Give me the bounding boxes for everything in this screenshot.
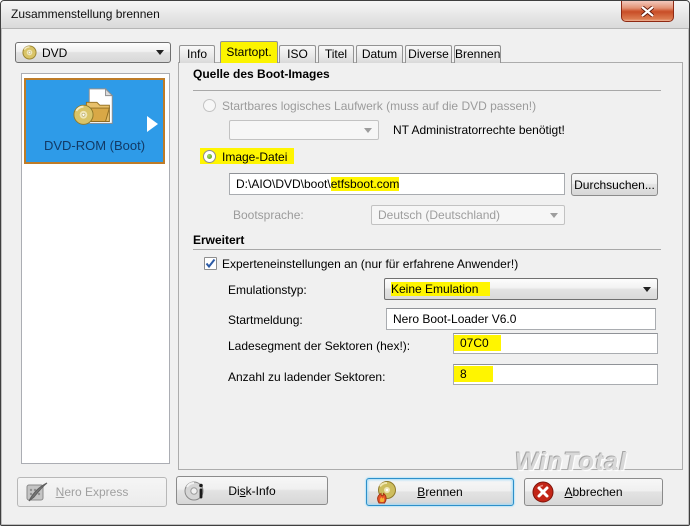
load-segment-value: 07C0: [454, 335, 501, 351]
close-icon: [641, 5, 654, 17]
chevron-down-icon: [550, 212, 558, 218]
group-title-boot-source: Quelle des Boot-Images: [193, 67, 330, 81]
disk-info-label: Disk-Info: [228, 483, 276, 498]
brennen-label: Brennen: [417, 485, 463, 499]
chevron-down-icon: [156, 50, 164, 55]
divider: [193, 90, 661, 91]
compilation-list[interactable]: DVD-ROM (Boot): [21, 73, 170, 464]
admin-note: NT Administratorrechte benötigt!: [393, 123, 565, 137]
image-path-prefix: D:\AIO\DVD\boot\: [236, 177, 331, 191]
group-title-advanced: Erweitert: [193, 233, 245, 247]
tab-diverse[interactable]: Diverse: [405, 45, 452, 63]
expert-settings-checkbox[interactable]: [204, 257, 217, 270]
nero-express-button[interactable]: Nero Express: [17, 477, 167, 507]
media-type-value: DVD: [42, 45, 68, 60]
bootlang-select[interactable]: Deutsch (Deutschland): [371, 205, 565, 225]
close-button[interactable]: [621, 1, 674, 22]
radio-image-file-label: Image-Datei: [222, 150, 288, 164]
watermark: WinTotal: [515, 448, 628, 476]
boot-message-value: Nero Boot-Loader V6.0: [393, 312, 517, 326]
arrow-right-icon: [147, 116, 158, 132]
abbrechen-button[interactable]: Abbrechen: [524, 478, 663, 506]
sector-count-label: Anzahl zu ladender Sektoren:: [228, 370, 386, 384]
chevron-down-icon: [364, 127, 372, 133]
nero-express-label: Nero Express: [55, 485, 129, 499]
browse-button[interactable]: Durchsuchen...: [571, 173, 658, 196]
list-item-dvd-rom-boot[interactable]: DVD-ROM (Boot): [24, 78, 165, 164]
dvd-disc-icon: [22, 45, 37, 60]
radio-bootable-drive-label: Startbares logisches Laufwerk (muss auf …: [222, 99, 537, 113]
disk-info-button[interactable]: Disk-Info: [176, 476, 328, 505]
cancel-icon: [532, 481, 554, 503]
divider: [193, 249, 661, 250]
dialog-zusammenstellung-brennen: Zusammenstellung brennen DVD DVD-ROM (Bo…: [0, 0, 690, 526]
sector-count-input[interactable]: 8: [453, 364, 658, 385]
chevron-down-icon: [643, 286, 651, 292]
dvd-rom-boot-icon: [72, 87, 113, 125]
brennen-button[interactable]: Brennen: [366, 478, 514, 506]
emulation-label: Emulationstyp:: [228, 283, 307, 297]
list-item-label: DVD-ROM (Boot): [43, 138, 146, 153]
emulation-select[interactable]: Keine Emulation: [384, 278, 658, 300]
tab-titel[interactable]: Titel: [318, 45, 354, 63]
boot-message-input[interactable]: Nero Boot-Loader V6.0: [386, 308, 656, 330]
sector-count-value: 8: [454, 366, 493, 382]
media-type-select[interactable]: DVD: [15, 42, 171, 63]
tab-startopt[interactable]: Startopt.: [220, 41, 278, 63]
load-segment-label: Ladesegment der Sektoren (hex!):: [228, 339, 411, 353]
titlebar[interactable]: Zusammenstellung brennen: [1, 1, 689, 29]
bootlang-label: Bootsprache:: [233, 208, 304, 222]
radio-image-file[interactable]: [203, 150, 216, 163]
radio-bootable-drive[interactable]: [203, 99, 216, 112]
drive-select[interactable]: [229, 120, 379, 140]
image-path-highlight: etfsboot.com: [330, 177, 400, 191]
nero-express-icon: [26, 482, 48, 502]
burn-disc-flame-icon: [377, 481, 396, 504]
window-title: Zusammenstellung brennen: [11, 7, 160, 21]
boot-message-label: Startmeldung:: [228, 313, 303, 327]
bootlang-value: Deutsch (Deutschland): [378, 208, 501, 222]
tab-iso[interactable]: ISO: [279, 45, 316, 63]
expert-settings-label: Experteneinstellungen an (nur für erfahr…: [222, 257, 519, 271]
tab-brennen[interactable]: Brennen: [454, 45, 501, 63]
tab-info[interactable]: Info: [179, 45, 215, 63]
disk-info-icon: [184, 481, 204, 500]
check-icon: [205, 258, 216, 269]
image-path-input[interactable]: D:\AIO\DVD\boot\etfsboot.com: [229, 173, 565, 195]
tab-datum[interactable]: Datum: [356, 45, 403, 63]
browse-button-label: Durchsuchen...: [574, 177, 655, 192]
abbrechen-label: Abbrechen: [564, 485, 623, 499]
load-segment-input[interactable]: 07C0: [453, 333, 658, 354]
emulation-value: Keine Emulation: [391, 282, 491, 296]
